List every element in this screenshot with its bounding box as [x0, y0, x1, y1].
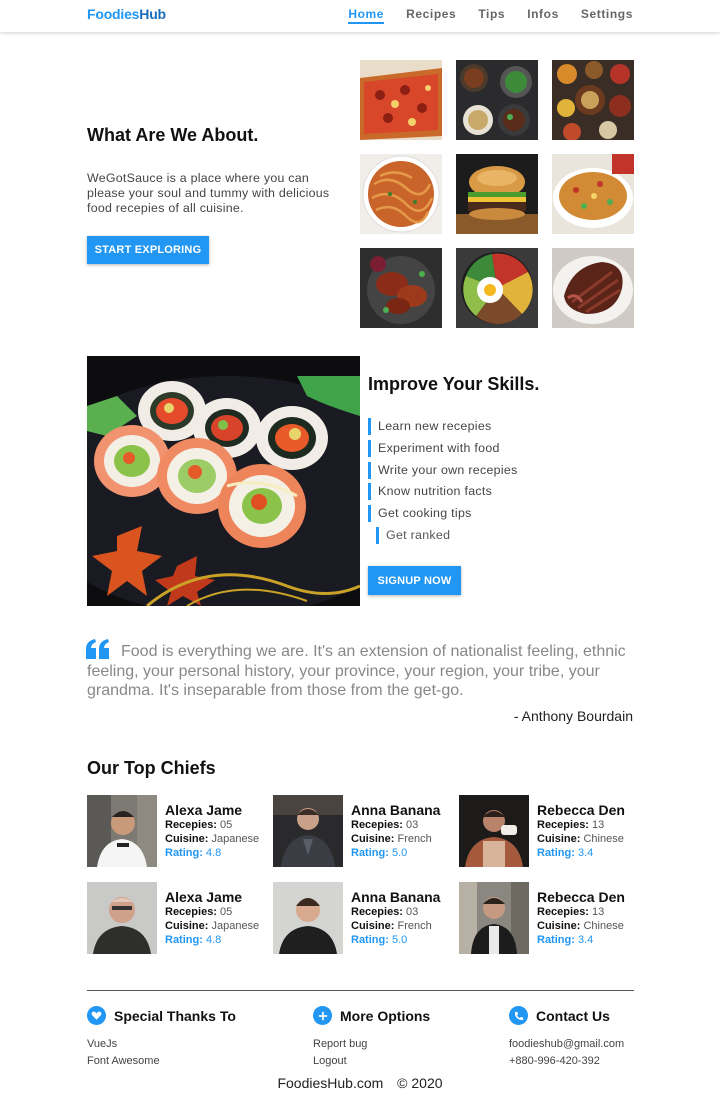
- footer-heading: Contact Us: [536, 1007, 610, 1024]
- footer-divider: [87, 990, 634, 991]
- footer-heading: More Options: [340, 1007, 431, 1024]
- chief-avatar: [87, 795, 157, 867]
- quote-author: - Anthony Bourdain: [513, 708, 633, 724]
- copyright: FoodiesHub.com © 2020: [0, 1075, 720, 1091]
- chief-card[interactable]: Anna Banana Recepies: 03 Cuisine: French…: [273, 795, 458, 867]
- nav-links: Home Recipes Tips Infos Settings: [348, 7, 633, 24]
- noodles-image: [360, 154, 442, 234]
- platter-image: [552, 60, 634, 140]
- top-navbar: FoodiesHub Home Recipes Tips Infos Setti…: [0, 0, 720, 32]
- contact-email[interactable]: foodieshub@gmail.com: [509, 1036, 624, 1053]
- chief-name: Anna Banana: [351, 802, 441, 818]
- hero-description: WeGotSauce is a place where you can plea…: [87, 171, 330, 215]
- skills-title: Improve Your Skills.: [368, 374, 540, 394]
- start-exploring-button[interactable]: START EXPLORING: [87, 236, 209, 264]
- nav-link-infos[interactable]: Infos: [527, 7, 559, 24]
- chief-name: Alexa Jame: [165, 889, 243, 905]
- logout-link[interactable]: Logout: [313, 1053, 430, 1070]
- sushi-image: [87, 356, 360, 606]
- nav-link-settings[interactable]: Settings: [581, 7, 633, 24]
- heart-icon: [87, 1006, 106, 1025]
- chief-card[interactable]: Alexa Jame Recepies: 05 Cuisine: Japanes…: [87, 882, 272, 954]
- pizza-image: [360, 60, 442, 140]
- hero-title: What Are We About.: [87, 125, 259, 145]
- skill-item: Experiment with food: [368, 439, 518, 457]
- chief-avatar: [459, 882, 529, 954]
- chief-avatar: [459, 795, 529, 867]
- skills-list: Learn new recepies Experiment with food …: [368, 418, 518, 549]
- chief-card[interactable]: Alexa Jame Recepies: 05 Cuisine: Japanes…: [87, 795, 272, 867]
- bibimbap-image: [456, 248, 538, 328]
- skill-item: Get ranked: [376, 526, 518, 544]
- footer-link[interactable]: VueJs: [87, 1036, 236, 1053]
- logo[interactable]: FoodiesHub: [87, 6, 166, 22]
- skill-item: Know nutrition facts: [368, 483, 518, 501]
- phone-icon: [509, 1006, 528, 1025]
- chief-avatar: [273, 795, 343, 867]
- bowls-image: [456, 60, 538, 140]
- chief-name: Rebecca Den: [537, 889, 625, 905]
- contact-phone[interactable]: +880-996-420-392: [509, 1053, 624, 1070]
- fried-rice-image: [552, 154, 634, 234]
- report-bug-link[interactable]: Report bug: [313, 1036, 430, 1053]
- chief-card[interactable]: Anna Banana Recepies: 03 Cuisine: French…: [273, 882, 458, 954]
- chief-name: Anna Banana: [351, 889, 441, 905]
- chiefs-title: Our Top Chiefs: [87, 758, 216, 778]
- nav-link-home[interactable]: Home: [348, 7, 385, 24]
- plus-icon: [313, 1006, 332, 1025]
- footer-col-options: More Options Report bug Logout: [313, 1006, 430, 1070]
- footer-col-contact: Contact Us foodieshub@gmail.com +880-996…: [509, 1006, 624, 1070]
- quote-text: Food is everything we are. It's an exten…: [87, 643, 626, 700]
- chief-avatar: [87, 882, 157, 954]
- skill-item: Learn new recepies: [368, 418, 518, 435]
- chief-name: Rebecca Den: [537, 802, 625, 818]
- skill-item: Get cooking tips: [368, 505, 518, 523]
- nav-link-tips[interactable]: Tips: [478, 7, 505, 24]
- nav-link-recipes[interactable]: Recipes: [406, 7, 456, 24]
- copyright-year: © 2020: [397, 1075, 443, 1091]
- steak-image: [552, 248, 634, 328]
- site-name: FoodiesHub.com: [277, 1075, 384, 1091]
- skill-item: Write your own recepies: [368, 461, 518, 479]
- chief-avatar: [273, 882, 343, 954]
- chief-card[interactable]: Rebecca Den Recepies: 13 Cuisine: Chines…: [459, 882, 644, 954]
- chief-name: Alexa Jame: [165, 802, 243, 818]
- grilled-chicken-image: [360, 248, 442, 328]
- signup-button[interactable]: SIGNUP NOW: [368, 566, 461, 595]
- footer-link[interactable]: Font Awesome: [87, 1053, 236, 1070]
- footer-col-thanks: Special Thanks To VueJs Font Awesome: [87, 1006, 236, 1070]
- footer-heading: Special Thanks To: [114, 1007, 236, 1024]
- burger-image: [456, 154, 538, 234]
- chief-card[interactable]: Rebecca Den Recepies: 13 Cuisine: Chines…: [459, 795, 644, 867]
